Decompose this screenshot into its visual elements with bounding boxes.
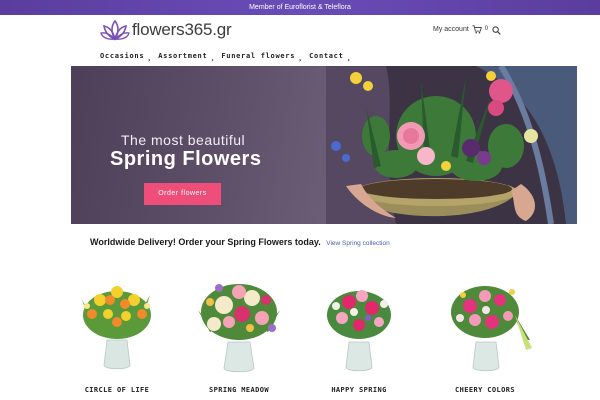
cart-count: 0	[484, 25, 489, 32]
bouquet-image	[451, 286, 532, 372]
promo-text: Worldwide Delivery! Order your Spring Fl…	[90, 237, 321, 247]
top-announcement-bar: Member of Euroflorist & Teleflora	[0, 0, 600, 15]
product-card[interactable]: SPRING MEADOW	[184, 270, 294, 395]
order-flowers-button[interactable]: Order flowers	[144, 183, 221, 205]
main-nav: Occasions › Assortment › Funeral flowers…	[100, 52, 358, 64]
nav-item-contact[interactable]: Contact ›	[309, 52, 350, 64]
hero-flower-bowl-image	[326, 66, 577, 224]
logo-text: flowers365.gr	[132, 20, 232, 39]
chevron-down-icon: ›	[148, 57, 152, 64]
nav-item-occasions[interactable]: Occasions ›	[100, 52, 150, 64]
nav-item-assortment[interactable]: Assortment ›	[158, 52, 213, 64]
promo-line: Worldwide Delivery! Order your Spring Fl…	[90, 237, 390, 247]
view-spring-collection-link[interactable]: View Spring collection	[326, 240, 389, 247]
bouquet-image	[198, 284, 280, 373]
product-name[interactable]: CHEERY COLORS	[430, 386, 540, 394]
product-card[interactable]: CIRCLE OF LIFE	[62, 270, 172, 395]
lotus-logo-icon	[100, 19, 130, 41]
bouquet-image	[82, 286, 151, 370]
chevron-down-icon: ›	[298, 57, 303, 64]
nav-label: Funeral flowers	[221, 52, 296, 60]
hero-title: Spring Flowers	[110, 148, 262, 170]
cart-icon[interactable]	[472, 25, 482, 34]
nav-label: Occasions	[100, 52, 145, 60]
my-account-link[interactable]: My account	[433, 26, 469, 33]
nav-item-funeral-flowers[interactable]: Funeral flowers ›	[221, 52, 301, 64]
nav-label: Contact	[309, 52, 344, 60]
product-card[interactable]: CHEERY COLORS	[430, 270, 540, 395]
nav-label: Assortment	[158, 52, 208, 60]
site-logo[interactable]: flowers365.gr	[100, 18, 232, 42]
announcement-text: Member of Euroflorist & Teleflora	[249, 4, 351, 11]
account-area: My account 0	[433, 25, 488, 34]
chevron-down-icon: ›	[347, 57, 351, 64]
product-name[interactable]: SPRING MEADOW	[184, 386, 294, 394]
hero-banner: The most beautiful Spring Flowers Order …	[71, 66, 577, 224]
search-icon[interactable]	[492, 26, 501, 35]
product-name[interactable]: HAPPY SPRING	[304, 386, 414, 394]
hero-subtitle: The most beautiful	[121, 132, 246, 148]
bouquet-image	[326, 290, 391, 372]
product-name[interactable]: CIRCLE OF LIFE	[62, 386, 172, 394]
product-card[interactable]: HAPPY SPRING	[304, 270, 414, 395]
chevron-down-icon: ›	[211, 57, 215, 64]
